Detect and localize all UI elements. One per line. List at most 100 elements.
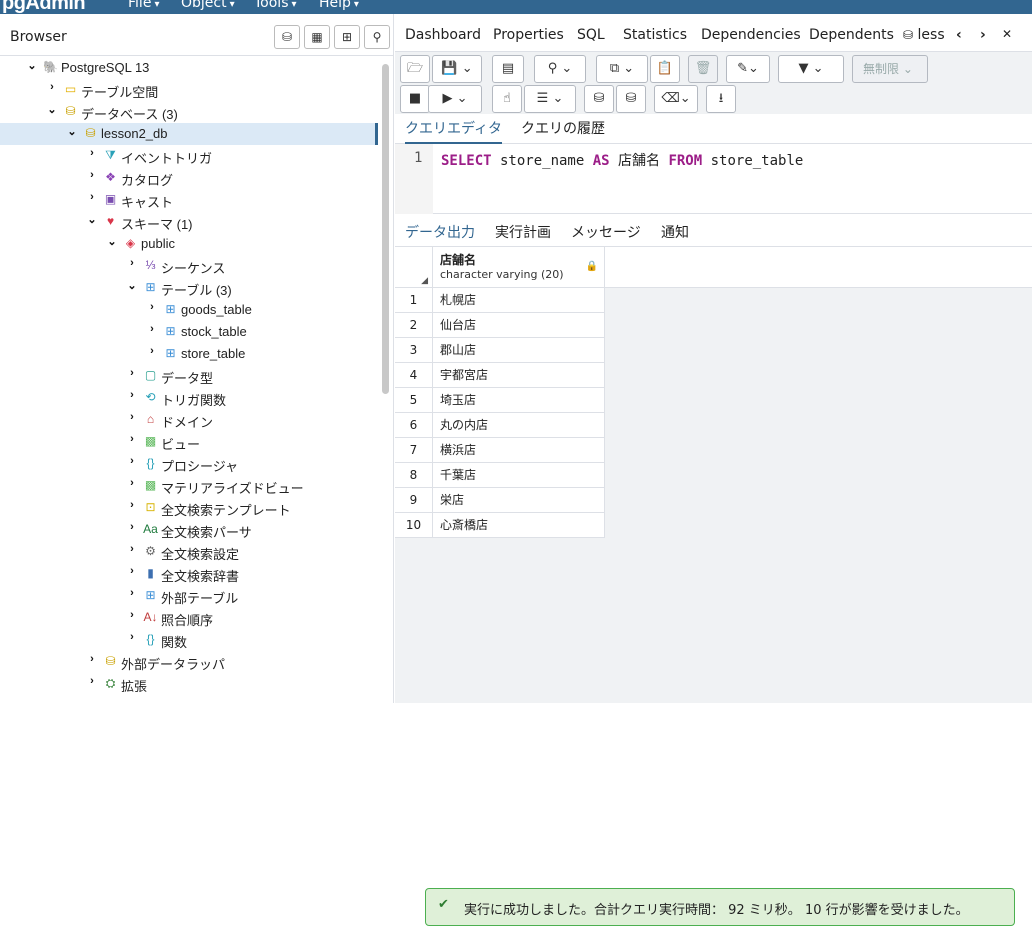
select-all-corner[interactable]: ◢ <box>395 247 433 288</box>
execute-button[interactable]: ▶ ⌄ <box>428 85 482 113</box>
tree-item[interactable]: › {} プロシージャ <box>0 453 378 475</box>
chevron-right-icon[interactable]: › <box>86 169 98 181</box>
tab-notifications[interactable]: 通知 <box>661 222 689 247</box>
chevron-down-icon[interactable]: ⌄ <box>26 59 38 72</box>
table-row[interactable]: 6 丸の内店 <box>395 413 605 438</box>
table-row[interactable]: 4 宇都宮店 <box>395 363 605 388</box>
row-number[interactable]: 9 <box>395 488 433 513</box>
chevron-right-icon[interactable]: › <box>146 301 158 313</box>
cell-value[interactable]: 丸の内店 <box>440 413 488 437</box>
tree-item[interactable]: ⌄ ♥ スキーマ (1) <box>0 211 378 233</box>
chevron-down-icon[interactable]: ⌄ <box>86 213 98 226</box>
close-tab-icon[interactable]: ✕ <box>1002 27 1012 41</box>
chevron-down-icon[interactable]: ⌄ <box>106 235 118 248</box>
table-row[interactable]: 9 栄店 <box>395 488 605 513</box>
cell-value[interactable]: 宇都宮店 <box>440 363 488 387</box>
row-number[interactable]: 10 <box>395 513 433 538</box>
cell-value[interactable]: 心斎橋店 <box>440 513 488 537</box>
cell-value[interactable]: 仙台店 <box>440 313 476 337</box>
chevron-right-icon[interactable]: › <box>86 675 98 687</box>
chevron-right-icon[interactable]: › <box>86 191 98 203</box>
tree-item[interactable]: › ⟲ トリガ関数 <box>0 387 378 409</box>
tree-item[interactable]: › ⚙ 全文検索設定 <box>0 541 378 563</box>
row-number[interactable]: 8 <box>395 463 433 488</box>
chevron-right-icon[interactable]: › <box>146 323 158 335</box>
commit-button[interactable]: ⛁ <box>584 85 614 113</box>
menu-tools[interactable]: Tools ▾ <box>254 0 297 11</box>
tree-item[interactable]: › ▩ ビュー <box>0 431 378 453</box>
chevron-right-icon[interactable]: › <box>126 499 138 511</box>
table-row[interactable]: 1 札幌店 <box>395 288 605 313</box>
sql-code[interactable]: SELECT store_name AS 店舗名 FROM store_tabl… <box>441 150 803 170</box>
cell-value[interactable]: 埼玉店 <box>440 388 476 412</box>
row-limit-select[interactable]: 無制限 ⌄ <box>852 55 928 83</box>
chevron-right-icon[interactable]: › <box>126 367 138 379</box>
rollback-button[interactable]: ⛁ <box>616 85 646 113</box>
save-file-button[interactable]: 💾 ⌄ <box>432 55 482 83</box>
cell-value[interactable]: 栄店 <box>440 488 464 512</box>
tree-item[interactable]: › ⊞ stock_table <box>0 321 378 343</box>
tree-item[interactable]: ⌄ ⛁ データベース (3) <box>0 101 378 123</box>
cell-value[interactable]: 札幌店 <box>440 288 476 312</box>
menu-file[interactable]: File ▾ <box>128 0 159 11</box>
tab-data-output[interactable]: データ出力 <box>405 222 475 249</box>
query-tool-button[interactable]: ⛁ <box>274 25 300 49</box>
tree-item[interactable]: › ⛁ 外部データラッパ <box>0 651 378 673</box>
menu-object[interactable]: Object ▾ <box>181 0 235 11</box>
row-number[interactable]: 5 <box>395 388 433 413</box>
tree-item[interactable]: ⌄ ⛁ lesson2_db <box>0 123 378 145</box>
chevron-right-icon[interactable]: › <box>126 411 138 423</box>
filtered-rows-button[interactable]: ⊞ <box>334 25 360 49</box>
tab-statistics[interactable]: Statistics <box>623 27 687 43</box>
download-button[interactable]: ⭳ <box>706 85 736 113</box>
tab-messages[interactable]: メッセージ <box>571 222 641 247</box>
chevron-right-icon[interactable]: › <box>126 455 138 467</box>
clear-button[interactable]: ⌫⌄ <box>654 85 698 113</box>
tab-dependencies[interactable]: Dependencies <box>701 27 801 43</box>
row-number[interactable]: 4 <box>395 363 433 388</box>
chevron-right-icon[interactable]: › <box>126 609 138 621</box>
chevron-right-icon[interactable]: › <box>126 477 138 489</box>
chevron-down-icon[interactable]: ⌄ <box>66 125 78 138</box>
tree-item[interactable]: › ⊞ 外部テーブル <box>0 585 378 607</box>
table-row[interactable]: 7 横浜店 <box>395 438 605 463</box>
table-row[interactable]: 10 心斎橋店 <box>395 513 605 538</box>
tab-properties[interactable]: Properties <box>493 27 564 43</box>
tree-item[interactable]: › ▩ マテリアライズドビュー <box>0 475 378 497</box>
copy-button[interactable]: ⧉ ⌄ <box>596 55 648 83</box>
tree-item[interactable]: ⌄ ⊞ テーブル (3) <box>0 277 378 299</box>
chevron-right-icon[interactable]: › <box>86 147 98 159</box>
tab-dependents[interactable]: Dependents <box>809 27 894 43</box>
cell-value[interactable]: 郡山店 <box>440 338 476 362</box>
paste-button[interactable]: 📋 <box>650 55 680 83</box>
row-number[interactable]: 3 <box>395 338 433 363</box>
table-row[interactable]: 5 埼玉店 <box>395 388 605 413</box>
tree-item[interactable]: › ⛭ 拡張 <box>0 673 378 695</box>
chevron-right-icon[interactable]: › <box>126 587 138 599</box>
chevron-down-icon[interactable]: ⌄ <box>46 103 58 116</box>
tree-item[interactable]: › Aa 全文検索パーサ <box>0 519 378 541</box>
tab-query-history[interactable]: クエリの履歴 <box>521 118 605 142</box>
chevron-right-icon[interactable]: › <box>126 631 138 643</box>
tab-query-editor[interactable]: クエリエディタ <box>405 118 503 144</box>
chevron-right-icon[interactable]: › <box>126 565 138 577</box>
tree-item[interactable]: › ⊞ goods_table <box>0 299 378 321</box>
row-number[interactable]: 1 <box>395 288 433 313</box>
chevron-right-icon[interactable]: › <box>126 433 138 445</box>
tree-item[interactable]: › ⧩ イベントトリガ <box>0 145 378 167</box>
tree-item[interactable]: › ▭ テーブル空間 <box>0 79 378 101</box>
chevron-right-icon[interactable]: › <box>86 653 98 665</box>
tree-item[interactable]: › A↓ 照合順序 <box>0 607 378 629</box>
tree-item[interactable]: › ⊡ 全文検索テンプレート <box>0 497 378 519</box>
tree-item[interactable]: ⌄ ◈ public <box>0 233 378 255</box>
find-button[interactable]: ⚲ ⌄ <box>534 55 586 83</box>
tree-item[interactable]: › ▢ データ型 <box>0 365 378 387</box>
chevron-right-icon[interactable]: › <box>126 543 138 555</box>
chevron-right-icon[interactable]: › <box>146 345 158 357</box>
tab-sql[interactable]: SQL <box>577 27 605 43</box>
tree-item[interactable]: › ❖ カタログ <box>0 167 378 189</box>
row-number[interactable]: 6 <box>395 413 433 438</box>
search-objects-button[interactable]: ⚲ <box>364 25 390 49</box>
chevron-right-icon[interactable]: › <box>126 257 138 269</box>
tree-item[interactable]: › ▮ 全文検索辞書 <box>0 563 378 585</box>
